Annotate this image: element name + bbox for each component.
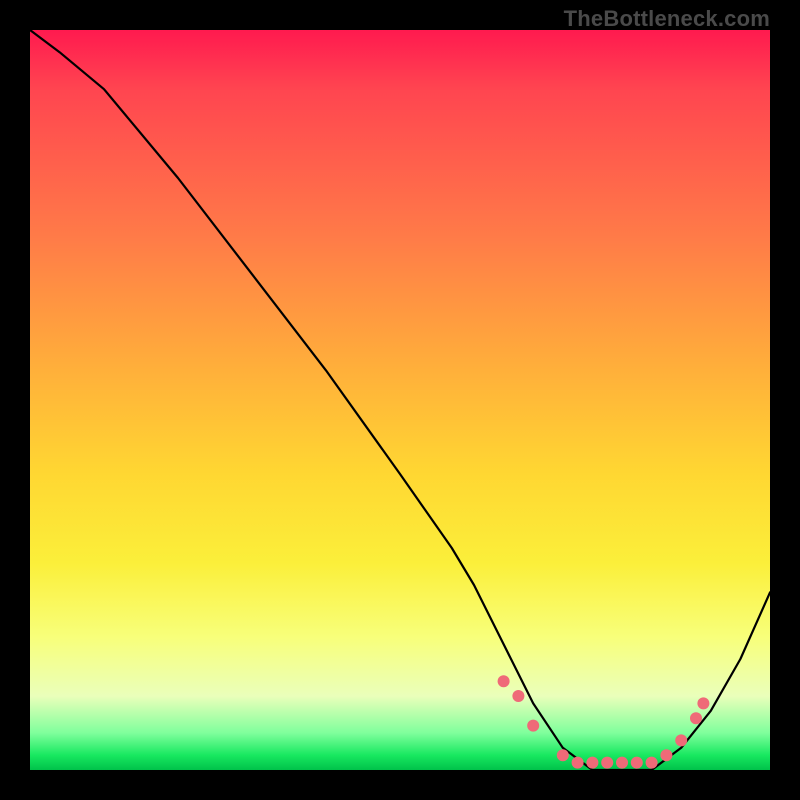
marker-dot [675,734,687,746]
marker-dot [498,675,510,687]
marker-dot [690,712,702,724]
marker-dot [512,690,524,702]
watermark-text: TheBottleneck.com [564,6,770,32]
marker-dot [697,697,709,709]
marker-dot [616,757,628,769]
marker-dot [601,757,613,769]
marker-dot [646,757,658,769]
marker-dot [586,757,598,769]
marker-dot [557,749,569,761]
chart-svg [30,30,770,770]
plot-area [30,30,770,770]
marker-dot [572,757,584,769]
chart-frame: TheBottleneck.com [0,0,800,800]
marker-dot [660,749,672,761]
curve-path [30,30,770,770]
bottleneck-curve-line [30,30,770,770]
curve-markers [498,675,710,768]
marker-dot [527,720,539,732]
marker-dot [631,757,643,769]
